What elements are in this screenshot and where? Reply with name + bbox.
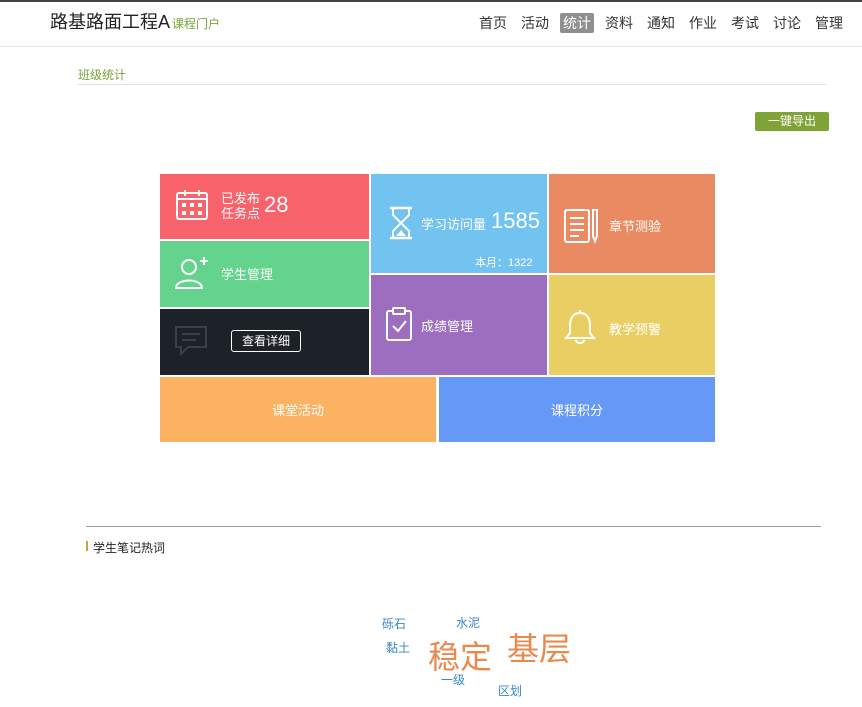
nav-home[interactable]: 首页 [476, 13, 510, 33]
tile-chapter-quiz[interactable]: 章节测验 [549, 174, 715, 273]
notes-divider [86, 526, 821, 527]
header: 路基路面工程A 课程门户 首页 活动 统计 资料 通知 作业 考试 讨论 管理 [0, 2, 862, 47]
word-zoning[interactable]: 区划 [498, 682, 522, 699]
tile-discussion[interactable]: 查看详细 [160, 309, 369, 375]
tile-grade-management[interactable]: 成绩管理 [371, 275, 547, 375]
add-user-icon [174, 257, 208, 289]
course-name: 路基路面工程A [50, 12, 171, 32]
tile-class-activity[interactable]: 课堂活动 [160, 377, 436, 442]
export-button[interactable]: 一键导出 [755, 112, 829, 131]
hourglass-icon [390, 206, 412, 240]
chapter-quiz-label: 章节测验 [609, 219, 662, 234]
teaching-alert-label: 教学预警 [609, 322, 662, 337]
section-divider [78, 84, 826, 85]
tile-course-points[interactable]: 课程积分 [439, 377, 715, 442]
task-count: 28 [264, 192, 289, 217]
calendar-icon [176, 190, 208, 220]
notes-title: 学生笔记热词 [93, 541, 166, 555]
word-base-layer[interactable]: 基层 [507, 624, 571, 670]
clipboard-check-icon [386, 307, 412, 341]
nav-discussion[interactable]: 讨论 [770, 13, 804, 33]
course-logo[interactable]: 路基路面工程A 课程门户 [50, 8, 220, 34]
nav-activity[interactable]: 活动 [518, 13, 552, 33]
notes-title-marker [86, 541, 88, 551]
visits-count: 1585 [491, 208, 540, 233]
tile-task-points[interactable]: 已发布 任务点 28 [160, 174, 369, 239]
class-activity-label: 课堂活动 [271, 403, 324, 418]
section-title: 班级统计 [78, 68, 127, 82]
tile-study-visits[interactable]: 学习访问量 1585 本月：1322 [371, 174, 547, 273]
visits-month: 本月：1322 [475, 257, 533, 269]
view-details-button[interactable]: 查看详细 [231, 330, 301, 352]
word-clay[interactable]: 黏土 [386, 639, 410, 656]
nav-statistics[interactable]: 统计 [560, 13, 594, 33]
bell-icon [563, 310, 597, 344]
nav-homework[interactable]: 作业 [686, 13, 720, 33]
chat-bubble-icon [175, 326, 207, 357]
main-nav: 首页 活动 统计 资料 通知 作业 考试 讨论 管理 [476, 13, 846, 33]
tile-teaching-alert[interactable]: 教学预警 [549, 275, 715, 375]
word-first-grade[interactable]: 一级 [441, 671, 465, 688]
nav-manage[interactable]: 管理 [812, 13, 846, 33]
word-gravel[interactable]: 砾石 [382, 615, 406, 632]
nav-materials[interactable]: 资料 [602, 13, 636, 33]
course-points-label: 课程积分 [550, 403, 603, 418]
portal-label: 课程门户 [172, 17, 221, 31]
grade-management-label: 成绩管理 [421, 319, 474, 334]
nav-exam[interactable]: 考试 [728, 13, 762, 33]
nav-notice[interactable]: 通知 [644, 13, 678, 33]
task-label-line2: 任务点 [221, 206, 261, 221]
student-management-label: 学生管理 [221, 267, 274, 282]
visits-label: 学习访问量 [421, 217, 487, 232]
word-cement[interactable]: 水泥 [456, 614, 480, 631]
tile-student-management[interactable]: 学生管理 [160, 241, 369, 307]
notebook-pencil-icon [564, 209, 598, 244]
